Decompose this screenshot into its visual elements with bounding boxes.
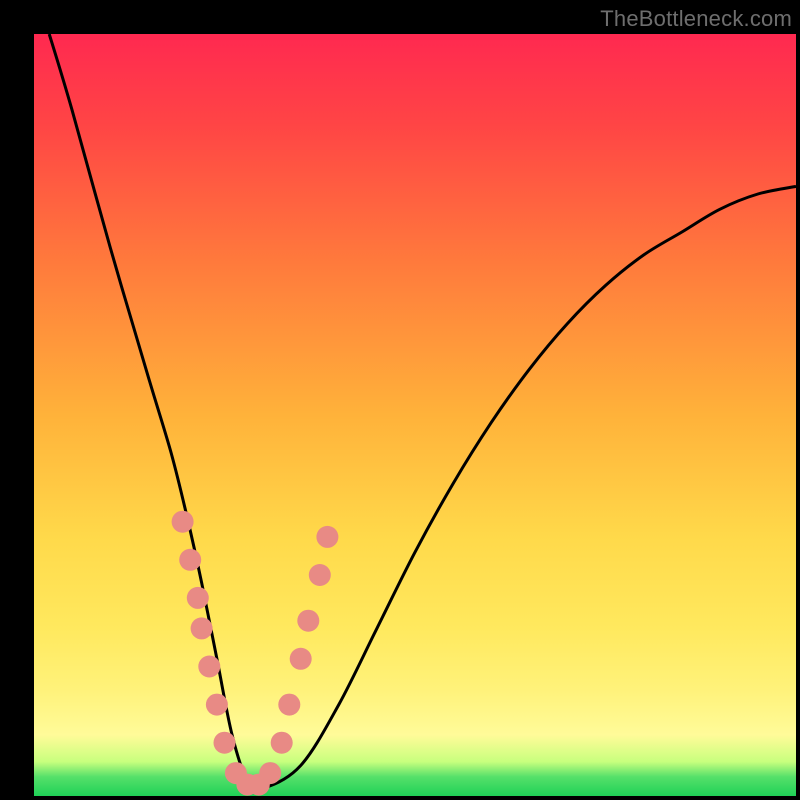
marker-dot: [191, 617, 213, 639]
marker-dot: [214, 732, 236, 754]
watermark-text: TheBottleneck.com: [600, 6, 792, 32]
marker-dot: [278, 694, 300, 716]
marker-dot: [271, 732, 293, 754]
marker-dot: [198, 656, 220, 678]
marker-dot: [179, 549, 201, 571]
outer-frame: TheBottleneck.com: [0, 0, 800, 800]
marker-dots-group: [172, 511, 339, 796]
marker-dot: [172, 511, 194, 533]
bottleneck-curve-path: [49, 34, 796, 790]
marker-dot: [259, 762, 281, 784]
marker-dot: [290, 648, 312, 670]
plot-svg: [34, 34, 796, 796]
marker-dot: [309, 564, 331, 586]
marker-dot: [206, 694, 228, 716]
marker-dot: [187, 587, 209, 609]
marker-dot: [297, 610, 319, 632]
bottleneck-plot: [34, 34, 796, 796]
marker-dot: [316, 526, 338, 548]
